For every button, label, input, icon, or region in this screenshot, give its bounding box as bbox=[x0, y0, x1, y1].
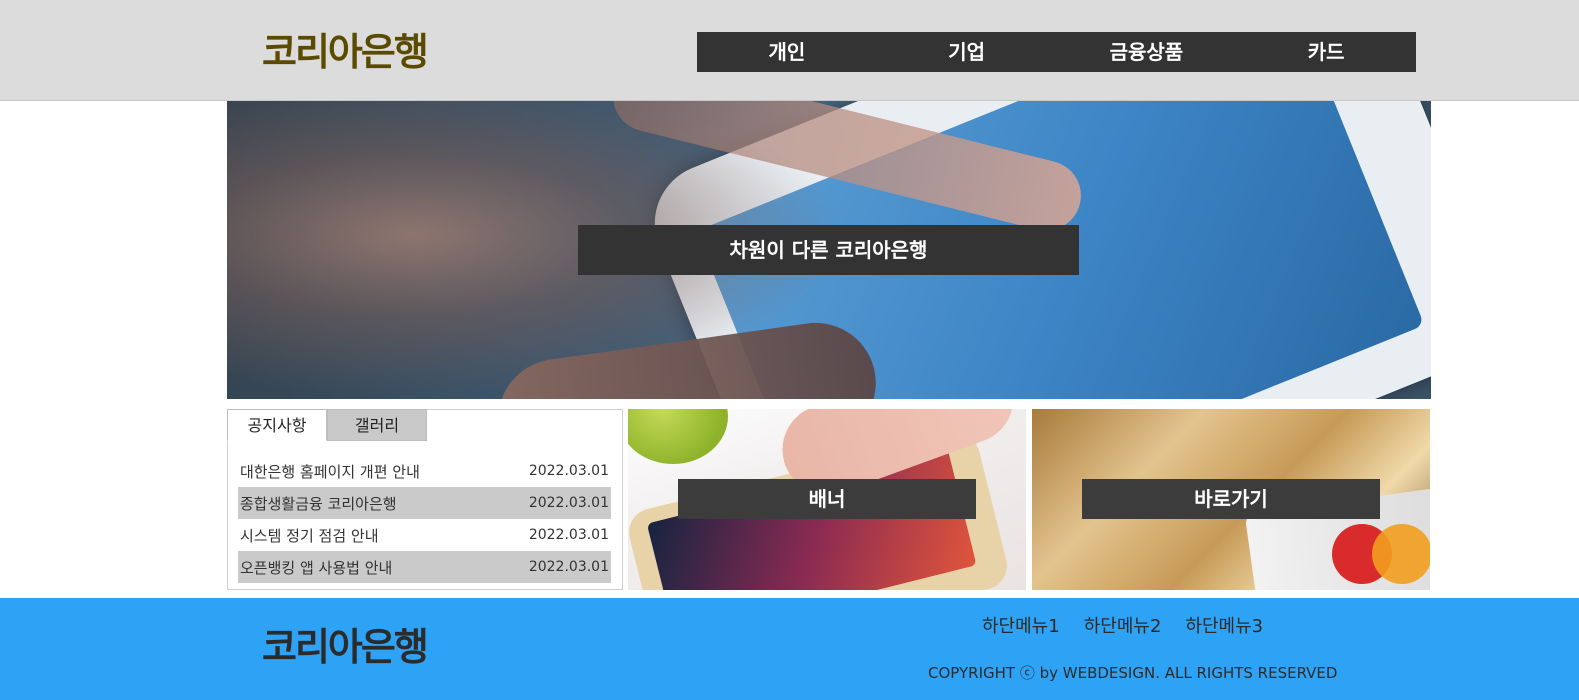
notice-item[interactable]: 종합생활금융 코리아은행 2022.03.01 bbox=[238, 487, 611, 519]
footer-logo: 코리아은행 bbox=[262, 625, 429, 669]
notice-title: 시스템 정기 점검 안내 bbox=[240, 526, 379, 545]
notice-date: 2022.03.01 bbox=[528, 559, 609, 575]
banner-label[interactable]: 배너 bbox=[678, 479, 976, 519]
header: 코리아은행 개인 기업 금융상품 카드 bbox=[0, 0, 1579, 101]
notice-title: 오픈뱅킹 앱 사용법 안내 bbox=[240, 558, 393, 577]
footer-link-1[interactable]: 하단메뉴1 bbox=[982, 612, 1060, 638]
notice-title: 대한은행 홈페이지 개편 안내 bbox=[240, 462, 420, 481]
hero-slide: 차원이 다른 코리아은행 bbox=[227, 101, 1431, 399]
notice-tabs: 공지사항 갤러리 bbox=[227, 409, 427, 441]
notice-date: 2022.03.01 bbox=[528, 495, 609, 511]
nav-item-products[interactable]: 금융상품 bbox=[1057, 32, 1237, 72]
logo[interactable]: 코리아은행 bbox=[262, 27, 429, 77]
notice-date: 2022.03.01 bbox=[528, 527, 609, 543]
nav-item-card[interactable]: 카드 bbox=[1236, 32, 1416, 72]
footer-link-2[interactable]: 하단메뉴2 bbox=[1084, 612, 1162, 638]
nav-item-personal[interactable]: 개인 bbox=[697, 32, 877, 72]
copyright: COPYRIGHT ⓒ by WEBDESIGN. ALL RIGHTS RES… bbox=[928, 664, 1338, 682]
footer-link-3[interactable]: 하단메뉴3 bbox=[1185, 612, 1263, 638]
notice-item[interactable]: 오픈뱅킹 앱 사용법 안내 2022.03.01 bbox=[238, 551, 611, 583]
notice-item[interactable]: 대한은행 홈페이지 개편 안내 2022.03.01 bbox=[238, 455, 611, 487]
hero-caption: 차원이 다른 코리아은행 bbox=[578, 225, 1079, 275]
notice-box: 공지사항 갤러리 대한은행 홈페이지 개편 안내 2022.03.01 종합생활… bbox=[227, 409, 623, 590]
nav-item-business[interactable]: 기업 bbox=[877, 32, 1057, 72]
tab-notice[interactable]: 공지사항 bbox=[227, 409, 327, 441]
tab-gallery[interactable]: 갤러리 bbox=[327, 409, 427, 441]
notice-item[interactable]: 시스템 정기 점검 안내 2022.03.01 bbox=[238, 519, 611, 551]
footer: 코리아은행 하단메뉴1 하단메뉴2 하단메뉴3 COPYRIGHT ⓒ by W… bbox=[0, 598, 1579, 700]
banner-phone[interactable]: 배너 bbox=[628, 409, 1026, 590]
notice-date: 2022.03.01 bbox=[528, 463, 609, 479]
notice-title: 종합생활금융 코리아은행 bbox=[240, 494, 397, 513]
apple-image bbox=[628, 409, 728, 464]
shortcut-label[interactable]: 바로가기 bbox=[1082, 479, 1380, 519]
main-nav: 개인 기업 금융상품 카드 bbox=[697, 32, 1416, 72]
notice-list: 대한은행 홈페이지 개편 안내 2022.03.01 종합생활금융 코리아은행 … bbox=[238, 455, 611, 583]
banner-card[interactable]: 바로가기 bbox=[1032, 409, 1430, 590]
footer-menu: 하단메뉴1 하단메뉴2 하단메뉴3 bbox=[982, 612, 1263, 638]
